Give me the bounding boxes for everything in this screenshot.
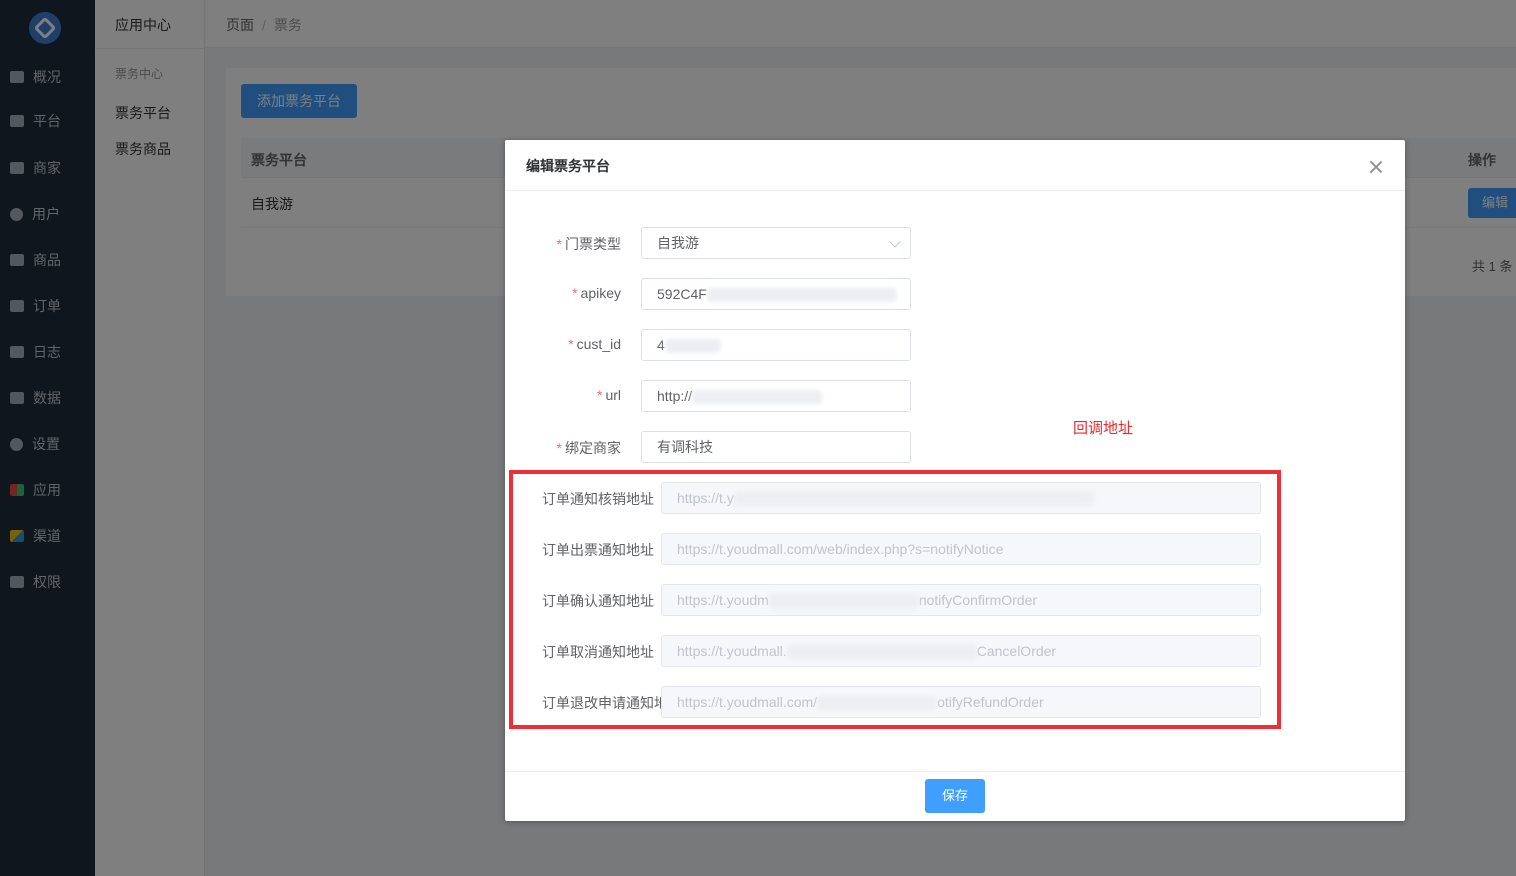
field-label-url: * url [596,387,621,403]
cust-id-input[interactable]: 4 [641,329,911,361]
annotation-callback-label: 回调地址 [1073,420,1134,437]
field-label-bind-merchant: * 绑定商家 [556,440,621,456]
field-label-cust-id: * cust_id [568,336,621,352]
apikey-input[interactable]: 592C4F [641,278,911,310]
dialog-footer-divider [505,771,1405,772]
redacted-blur [692,390,823,405]
ticket-type-select[interactable]: 自我游 [641,227,911,259]
url-input[interactable]: http:// [641,380,911,412]
field-label-apikey: * apikey [572,285,621,301]
dialog-title: 编辑票务平台 [526,158,610,174]
annotation-highlight-box [509,470,1281,729]
edit-ticket-platform-dialog: 编辑票务平台 * 门票类型 自我游 * apikey 592C4F * cust_id… [505,140,1405,821]
save-button[interactable]: 保存 [925,779,985,813]
close-icon[interactable] [1369,160,1383,174]
redacted-blur [664,339,721,354]
bind-merchant-input[interactable]: 有调科技 [641,431,911,463]
chevron-down-icon [889,236,901,248]
field-label-ticket-type: * 门票类型 [556,236,621,252]
redacted-blur [706,288,897,303]
dialog-header-divider [505,190,1405,191]
